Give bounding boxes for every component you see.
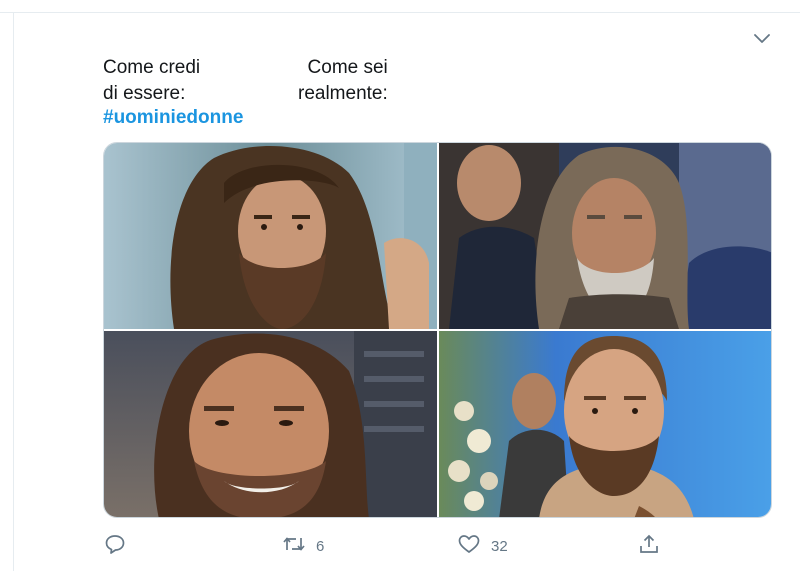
hashtag-link[interactable]: #uominiedonne [103, 105, 243, 131]
caption-right-line2: realmente: [298, 83, 388, 104]
caption-left-line1: Come credi [103, 57, 201, 78]
caption-left: Come credi di essere: [103, 55, 200, 107]
tweet-actions: 6 32 [0, 532, 800, 560]
tweet-top-border [0, 12, 800, 13]
reply-button[interactable] [104, 532, 126, 560]
retweet-button[interactable]: 6 [282, 532, 324, 560]
like-button[interactable]: 32 [457, 532, 508, 560]
media-grid [103, 142, 772, 518]
photo-top-right[interactable] [439, 143, 771, 329]
reply-icon [104, 533, 126, 560]
photo-top-left[interactable] [104, 143, 437, 329]
share-icon [638, 533, 660, 560]
heart-icon [457, 533, 481, 560]
retweet-icon [282, 533, 306, 560]
photo-bottom-left[interactable] [104, 331, 437, 517]
caption-right: Come sei realmente: [298, 55, 388, 107]
like-count: 32 [491, 537, 508, 555]
retweet-count: 6 [316, 537, 325, 555]
more-options-chevron-down-icon[interactable] [753, 32, 771, 46]
share-button[interactable] [638, 532, 660, 560]
caption-left-line2: di essere: [103, 83, 186, 104]
tweet-left-border [13, 12, 14, 571]
caption-right-line1: Come sei [307, 57, 388, 78]
photo-bottom-right[interactable] [439, 331, 771, 517]
